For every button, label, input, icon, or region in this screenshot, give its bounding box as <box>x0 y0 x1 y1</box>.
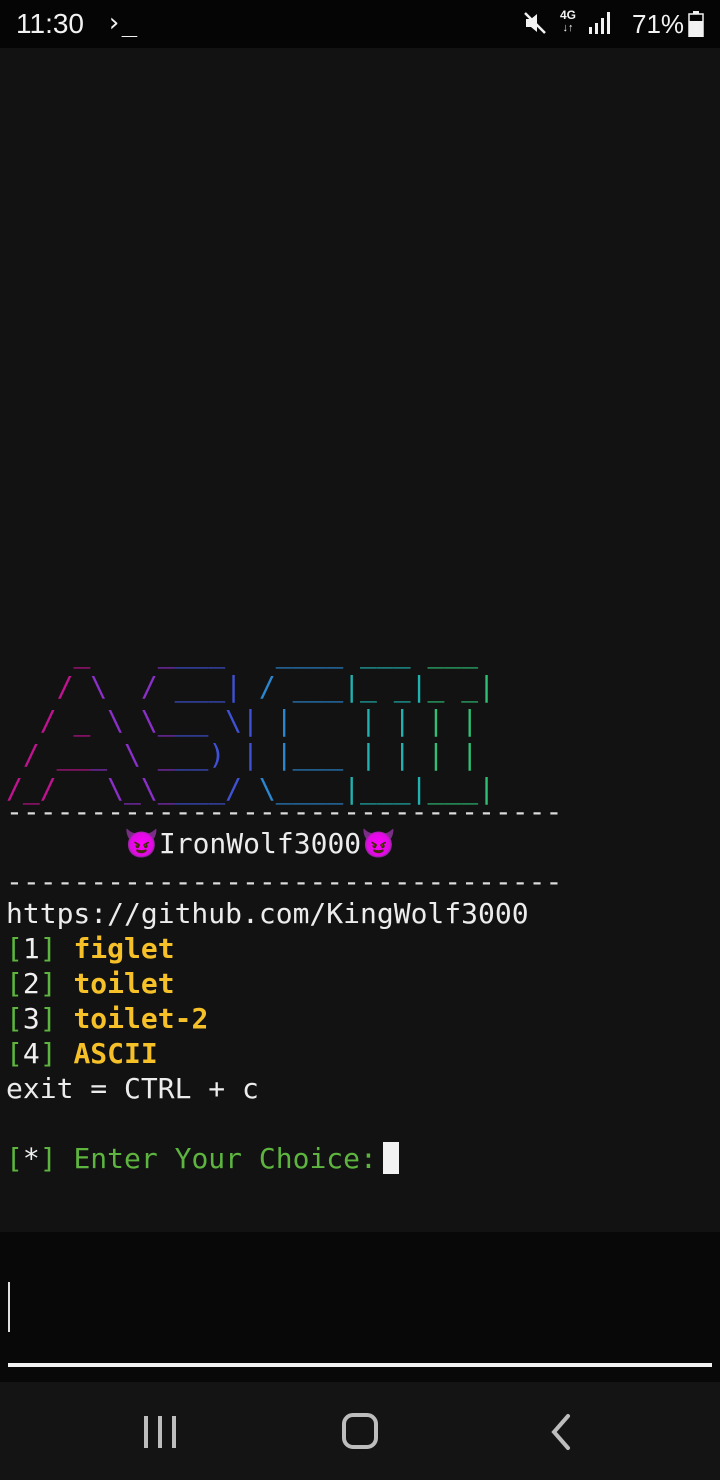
battery-percent: 71% <box>632 9 685 39</box>
exit-hint: exit = CTRL + c <box>6 1072 259 1105</box>
banner-line-2: / \ / ___| / ___|_ _|_ _| <box>56 670 495 703</box>
separator-top: --------------------------------- <box>6 795 563 828</box>
status-time: 11:30 <box>16 8 84 39</box>
banner-line-1: _ ____ ____ ___ ___ <box>73 636 479 669</box>
banner-line-3: / _ \ \___ \| | | | | | <box>39 704 479 737</box>
banner-line-4: / ___ \ ___) | |___ | | | | <box>22 738 479 771</box>
author-name: 😈IronWolf3000😈 <box>124 827 397 860</box>
navigation-bar <box>0 1382 720 1480</box>
menu-item: [1] figlet <box>6 932 175 965</box>
back-icon[interactable] <box>538 1410 586 1454</box>
recent-apps-icon[interactable] <box>136 1410 184 1454</box>
signal-icon <box>589 12 610 34</box>
network-4g-icon: 4G ↓↑ <box>560 8 577 34</box>
separator-bottom: --------------------------------- <box>6 865 563 898</box>
menu-item: [2] toilet <box>6 967 175 1000</box>
input-prompt: [*] Enter Your Choice: <box>6 1141 399 1176</box>
menu-item: [3] toilet-2 <box>6 1002 209 1035</box>
ascii-art-banner: _ ____ ____ ___ ___ / \ / ___| / ___|_ _… <box>6 636 495 806</box>
home-icon[interactable] <box>336 1410 384 1454</box>
mute-icon <box>524 12 546 34</box>
terminal-output[interactable]: _ ____ ____ ___ ___ / \ / ___| / ___|_ _… <box>0 48 720 1232</box>
battery-icon <box>688 11 704 37</box>
github-url[interactable]: https://github.com/KingWolf3000 <box>6 896 529 931</box>
status-bar: 11:30 ›_ 4G ↓↑ 71% <box>0 0 720 48</box>
input-caret <box>8 1282 10 1332</box>
terminal-cursor <box>382 1142 399 1174</box>
input-underline <box>8 1363 712 1367</box>
terminal-notification-icon: ›_ <box>106 8 138 38</box>
menu-item: [4] ASCII <box>6 1037 158 1070</box>
text-input-field[interactable] <box>0 1232 720 1382</box>
